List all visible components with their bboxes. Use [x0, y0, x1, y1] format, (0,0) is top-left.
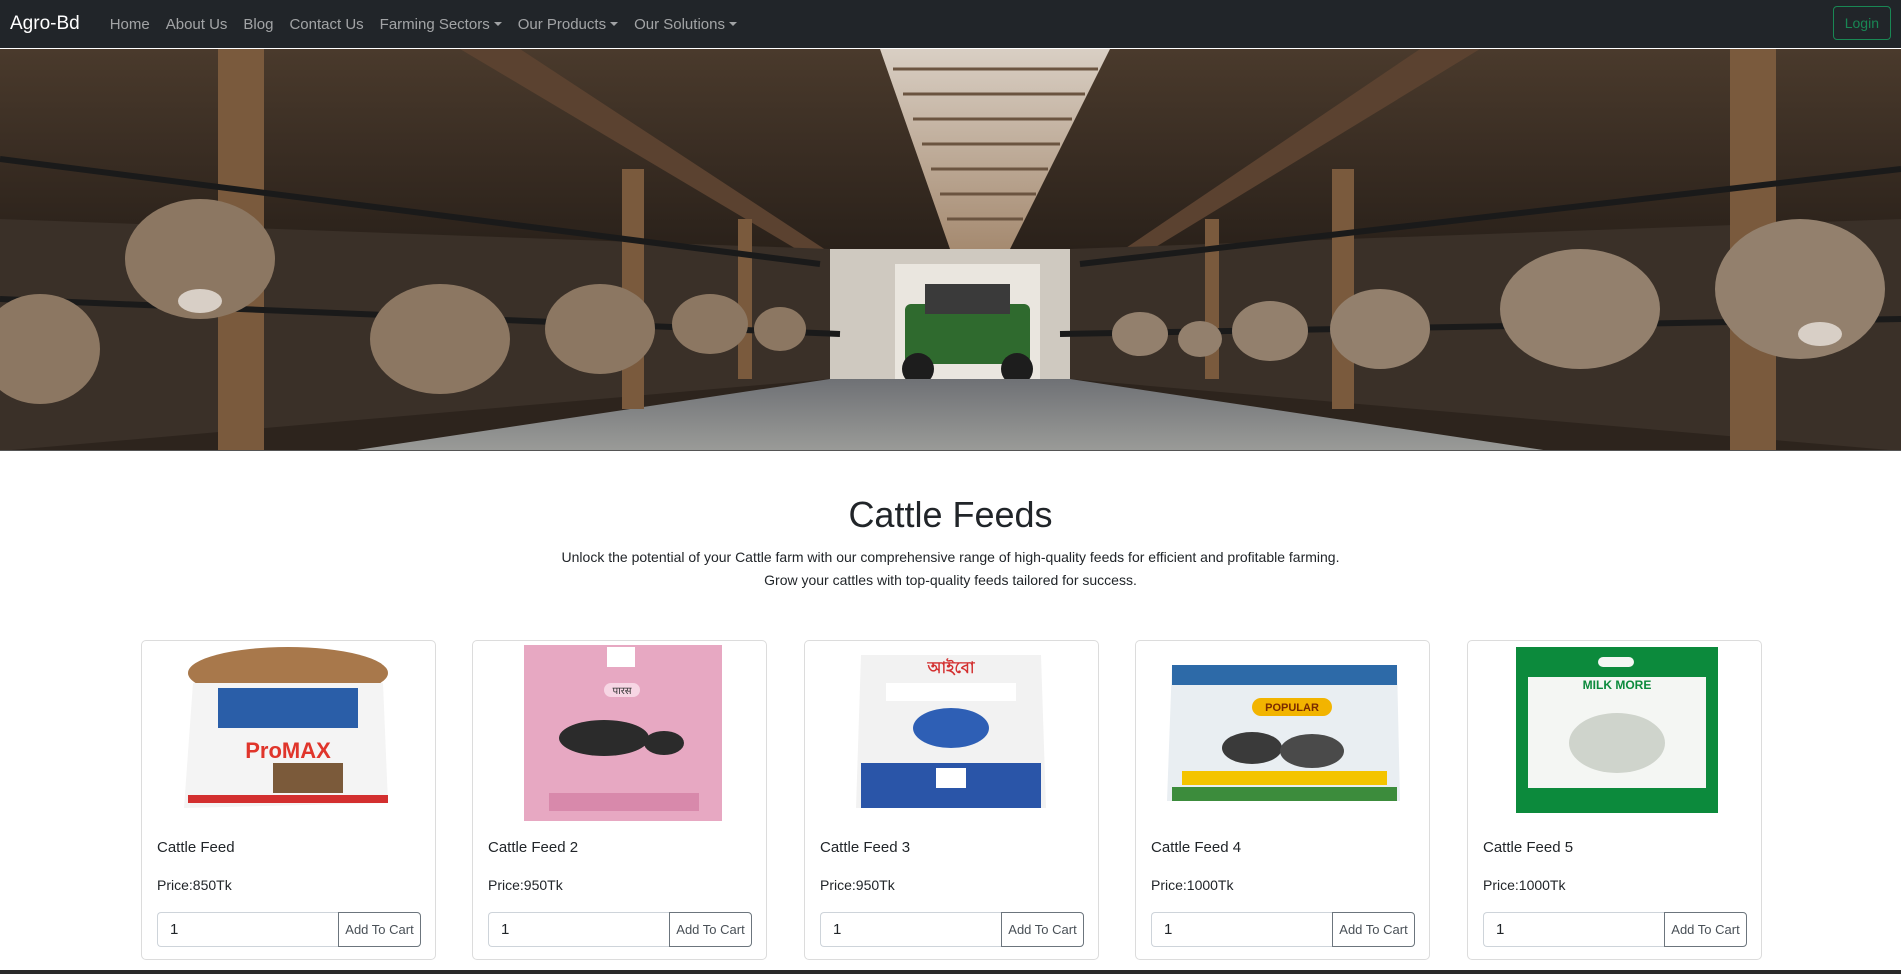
feed-bag-icon: POPULAR [1167, 665, 1400, 801]
nav-home[interactable]: Home [102, 16, 158, 33]
description-line-2: Grow your cattles with top-quality feeds… [764, 572, 1137, 588]
brand-logo[interactable]: Agro-Bd [10, 13, 80, 35]
add-to-cart-button[interactable]: Add To Cart [1001, 912, 1084, 947]
feed-bag-icon: MILK MORE [1516, 647, 1718, 813]
product-price: Price:1000Tk [1483, 877, 1566, 893]
bag-brand-label: আইবো [927, 658, 976, 677]
quantity-input[interactable] [1151, 912, 1334, 947]
quantity-input[interactable] [1483, 912, 1666, 947]
dropdown-label: Farming Sectors [379, 15, 490, 33]
add-to-cart-button[interactable]: Add To Cart [1332, 912, 1415, 947]
bottom-border [0, 970, 1901, 974]
top-navbar: Agro-Bd Home About Us Blog Contact Us Fa… [0, 0, 1901, 48]
barn-illustration [0, 49, 1901, 450]
quantity-input[interactable] [157, 912, 340, 947]
bag-brand-label: पारस [612, 686, 631, 697]
product-card: पारस Cattle Feed 2 Price:950Tk Add To Ca… [472, 640, 767, 960]
product-card: MILK MORE Cattle Feed 5 Price:1000Tk Add… [1467, 640, 1762, 960]
product-price: Price:950Tk [488, 877, 563, 893]
quantity-input[interactable] [820, 912, 1003, 947]
bag-brand-label: MILK MORE [1583, 678, 1652, 692]
feed-bag-icon: ProMAX [184, 647, 388, 808]
section-description: Unlock the potential of your Cattle farm… [0, 546, 1901, 592]
login-button[interactable]: Login [1832, 6, 1891, 40]
bag-brand-label: ProMAX [245, 738, 331, 763]
quantity-input[interactable] [488, 912, 671, 947]
product-name: Cattle Feed 4 [1151, 839, 1242, 856]
product-name: Cattle Feed 3 [820, 839, 911, 856]
feed-bag-icon: আইবো [856, 655, 1046, 808]
nav-blog[interactable]: Blog [235, 16, 281, 33]
description-line-1: Unlock the potential of your Cattle farm… [561, 549, 1340, 565]
caret-down-icon [728, 21, 737, 26]
hero-barn-image [0, 49, 1901, 451]
product-card: ProMAX Cattle Feed Price:850Tk Add To Ca… [141, 640, 436, 960]
add-to-cart-button[interactable]: Add To Cart [338, 912, 421, 947]
feed-bag-icon: पारस [524, 645, 722, 821]
add-to-cart-button[interactable]: Add To Cart [669, 912, 752, 947]
caret-down-icon [493, 21, 502, 26]
nav-about-us[interactable]: About Us [158, 16, 236, 33]
product-price: Price:850Tk [157, 877, 232, 893]
page-title: Cattle Feeds [848, 494, 1053, 535]
nav-menu: Home About Us Blog Contact Us Farming Se… [102, 16, 745, 33]
dropdown-label: Our Products [517, 15, 607, 33]
product-grid: ProMAX Cattle Feed Price:850Tk Add To Ca… [141, 640, 1762, 960]
product-name: Cattle Feed 5 [1483, 839, 1574, 856]
product-card: POPULAR Cattle Feed 4 Price:1000Tk Add T… [1135, 640, 1430, 960]
nav-farming-sectors-dropdown[interactable]: Farming Sectors [372, 16, 510, 33]
caret-down-icon [610, 21, 619, 26]
add-to-cart-button[interactable]: Add To Cart [1664, 912, 1747, 947]
product-card: আইবো Cattle Feed 3 Price:950Tk Add To Ca… [804, 640, 1099, 960]
nav-our-products-dropdown[interactable]: Our Products [510, 16, 626, 33]
nav-contact-us[interactable]: Contact Us [281, 16, 371, 33]
dropdown-label: Our Solutions [634, 15, 725, 33]
product-name: Cattle Feed 2 [488, 839, 579, 856]
bag-brand-label: POPULAR [1265, 702, 1319, 714]
nav-our-solutions-dropdown[interactable]: Our Solutions [626, 16, 745, 33]
product-name: Cattle Feed [157, 839, 235, 856]
product-price: Price:950Tk [820, 877, 895, 893]
product-price: Price:1000Tk [1151, 877, 1234, 893]
